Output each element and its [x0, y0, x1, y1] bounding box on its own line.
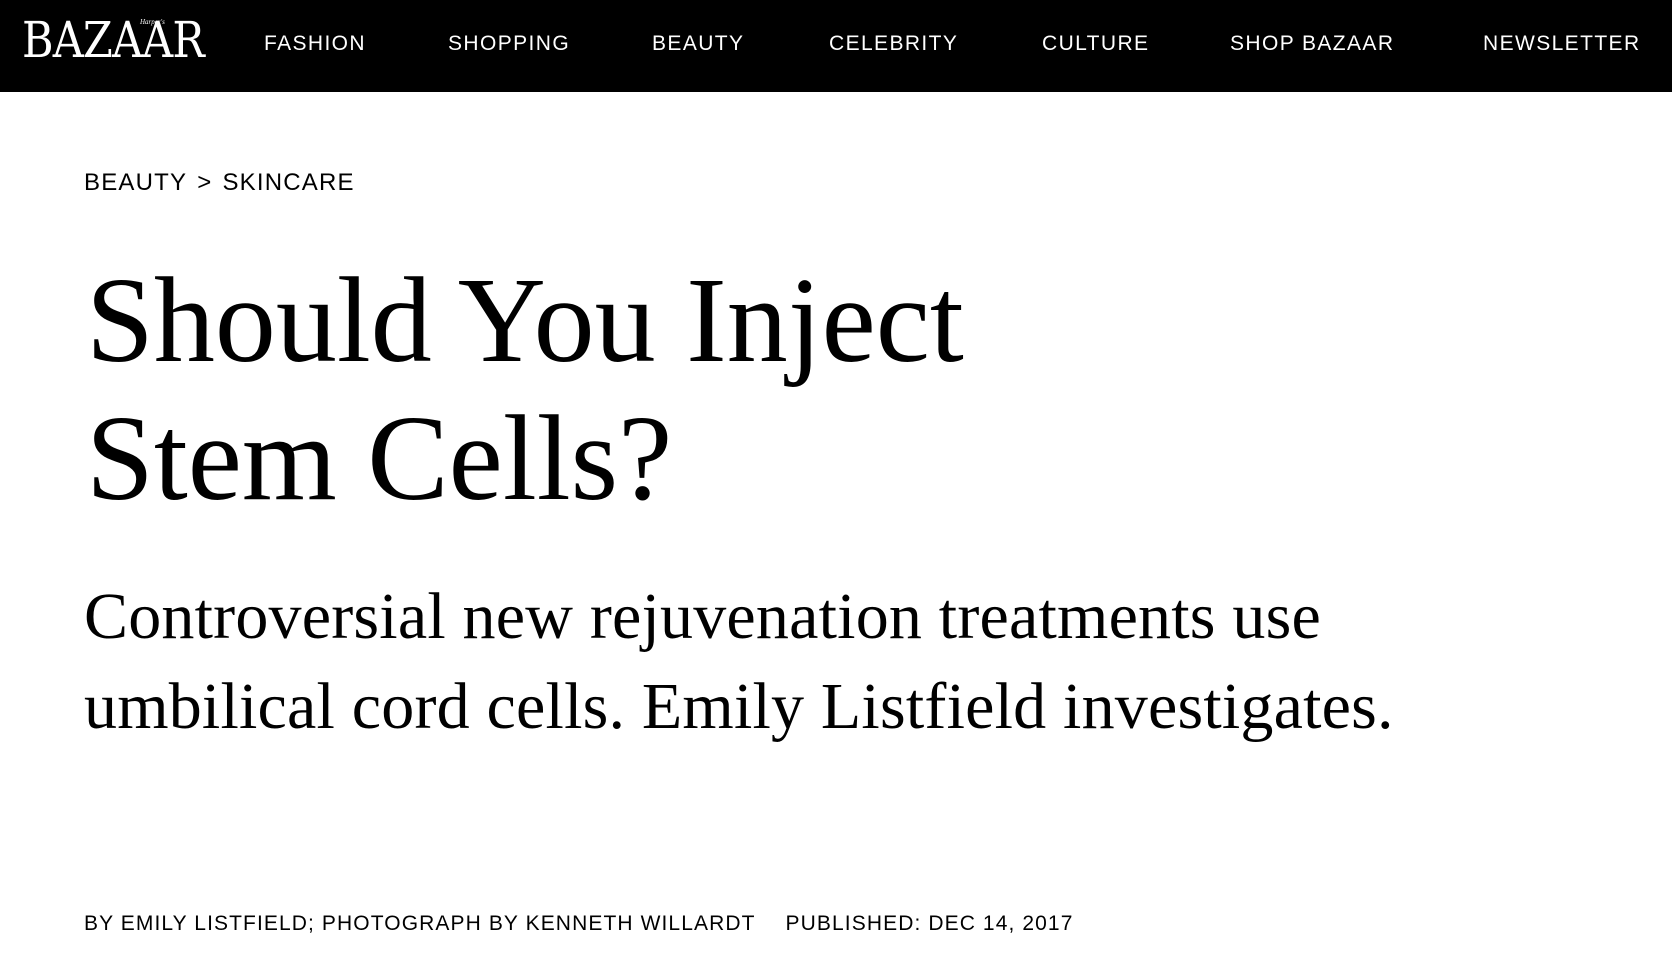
nav-item-shopping[interactable]: SHOPPING — [448, 30, 570, 58]
article-headline: Should You Inject Stem Cells? — [86, 252, 1286, 528]
byline-authors: BY EMILY LISTFIELD; PHOTOGRAPH BY KENNET… — [84, 912, 756, 935]
breadcrumb-beauty-link[interactable]: BEAUTY — [84, 169, 187, 196]
published-date: PUBLISHED: DEC 14, 2017 — [785, 912, 1074, 935]
breadcrumb: BEAUTY > SKINCARE — [84, 168, 355, 198]
top-navigation-bar: BAZAAR Harper's FASHION SHOPPING BEAUTY … — [0, 0, 1672, 92]
article-dek: Controversial new rejuvenation treatment… — [84, 580, 1394, 743]
headline-line-1: Should You Inject — [86, 253, 964, 388]
nav-item-beauty[interactable]: BEAUTY — [652, 30, 744, 58]
article-byline: BY EMILY LISTFIELD; PHOTOGRAPH BY KENNET… — [84, 910, 1073, 938]
breadcrumb-skincare-link[interactable]: SKINCARE — [222, 169, 354, 196]
breadcrumb-separator: > — [197, 169, 213, 196]
headline-line-2: Stem Cells? — [86, 391, 673, 526]
nav-item-celebrity[interactable]: CELEBRITY — [829, 30, 958, 58]
harpers-logo-superscript: Harper's — [140, 18, 165, 26]
bazaar-logo[interactable]: BAZAAR — [22, 12, 205, 68]
nav-item-shop-bazaar[interactable]: SHOP BAZAAR — [1230, 30, 1394, 58]
nav-item-culture[interactable]: CULTURE — [1042, 30, 1149, 58]
nav-item-newsletter[interactable]: NEWSLETTER — [1483, 30, 1641, 58]
nav-item-fashion[interactable]: FASHION — [264, 30, 366, 58]
